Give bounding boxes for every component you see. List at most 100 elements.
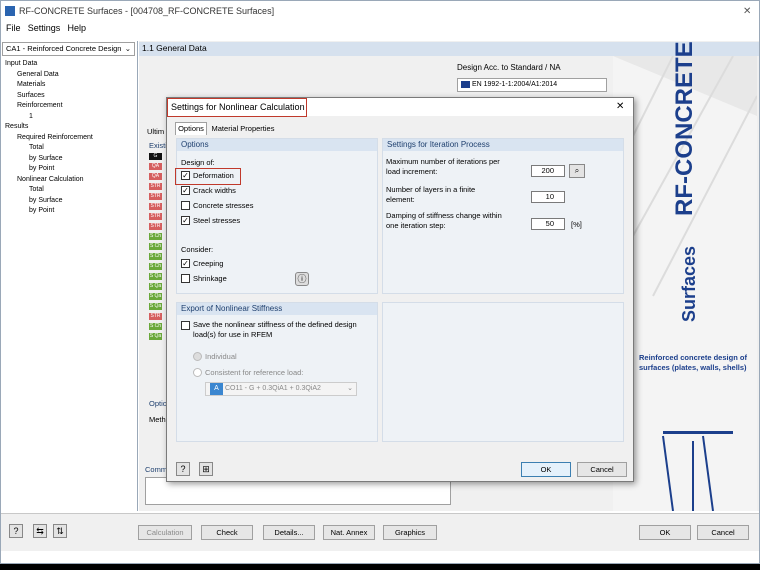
options-group: Options Design of: ✓ Deformation ✓ Crack wi… bbox=[175, 138, 378, 294]
dialog-close-icon[interactable]: ✕ bbox=[616, 101, 624, 112]
iteration-group: Settings for Iteration Process Maximum n… bbox=[382, 138, 624, 294]
design-standard-label: Design Acc. to Standard / NA bbox=[457, 63, 561, 72]
dialog-cancel-button[interactable]: Cancel bbox=[577, 462, 627, 477]
individual-label: Individual bbox=[205, 352, 237, 361]
main-window: RF-CONCRETE Surfaces - [004708_RF-CONCRE… bbox=[0, 0, 760, 564]
options-group-header: Options bbox=[177, 139, 377, 151]
window-title: RF-CONCRETE Surfaces - [004708_RF-CONCRE… bbox=[19, 6, 275, 16]
export-group: Export of Nonlinear Stiffness Save the n… bbox=[176, 302, 378, 442]
design-option-label: Crack widths bbox=[193, 186, 236, 195]
banner-title: RF-CONCRETE bbox=[671, 41, 698, 216]
design-option-checkbox[interactable]: ✓ bbox=[181, 171, 190, 180]
standard-combo[interactable]: EN 1992-1-1:2004/A1:2014 bbox=[457, 78, 607, 92]
tree-surfaces[interactable]: Surfaces bbox=[5, 91, 93, 102]
case-combo[interactable]: CA1 - Reinforced Concrete Design ⌄ bbox=[2, 42, 135, 56]
design-option-checkbox[interactable]: ✓ bbox=[181, 186, 190, 195]
taskbar-strip bbox=[0, 564, 760, 570]
tree-input-data[interactable]: Input Data bbox=[5, 59, 93, 70]
menu-file[interactable]: File bbox=[6, 23, 21, 33]
load-tag: S Ch bbox=[149, 263, 162, 270]
load-tag: STR bbox=[149, 313, 162, 320]
app-icon bbox=[5, 6, 15, 16]
tab-material-properties[interactable]: Material Properties bbox=[208, 123, 278, 135]
load-tag: S Ch bbox=[149, 243, 162, 250]
tree-general-data[interactable]: General Data bbox=[5, 70, 93, 81]
tree-nonlinear-calculation[interactable]: Nonlinear Calculation bbox=[5, 175, 93, 186]
menu-settings[interactable]: Settings bbox=[28, 23, 61, 33]
tree-rr-total[interactable]: Total bbox=[5, 143, 93, 154]
load-tag: STR bbox=[149, 203, 162, 210]
consider-label-item: Creeping bbox=[193, 259, 224, 268]
details-button[interactable]: Details... bbox=[263, 525, 315, 540]
tab-ultimate[interactable]: Ultim bbox=[147, 127, 164, 136]
consistent-radio[interactable] bbox=[193, 368, 202, 377]
design-option-label: Deformation bbox=[193, 171, 234, 180]
load-tag: STR bbox=[149, 183, 162, 190]
menu-help[interactable]: Help bbox=[68, 23, 87, 33]
dialog-help-icon[interactable]: ? bbox=[176, 462, 190, 476]
ok-button[interactable]: OK bbox=[639, 525, 691, 540]
tree-reinforcement[interactable]: Reinforcement bbox=[5, 101, 93, 112]
load-tag: S Qa bbox=[149, 333, 162, 340]
tree-required-reinforcement[interactable]: Required Reinforcement bbox=[5, 133, 93, 144]
dialog-defaults-icon[interactable]: ⊞ bbox=[199, 462, 213, 476]
page-title: 1.1 General Data bbox=[139, 42, 759, 56]
consider-checkbox[interactable]: ✓ bbox=[181, 259, 190, 268]
save-stiffness-checkbox[interactable] bbox=[181, 321, 190, 330]
nonlinear-settings-dialog: Settings for Nonlinear Calculation ✕ Opt… bbox=[166, 97, 634, 482]
check-button[interactable]: Check bbox=[201, 525, 253, 540]
load-tag: S Ch bbox=[149, 323, 162, 330]
tree-nl-by-point[interactable]: by Point bbox=[5, 206, 93, 217]
load-tag: STR bbox=[149, 193, 162, 200]
comment-label: Comm bbox=[145, 465, 168, 474]
case-combo-value: CA1 - Reinforced Concrete Design bbox=[6, 44, 122, 53]
layers-spinner[interactable]: 10 bbox=[531, 191, 565, 203]
menu-bar: File Settings Help bbox=[1, 23, 759, 39]
tab-options[interactable]: Options bbox=[175, 122, 207, 135]
calculation-button[interactable]: Calculation bbox=[138, 525, 192, 540]
damping-spinner[interactable]: 50 bbox=[531, 218, 565, 230]
design-of-label: Design of: bbox=[181, 158, 215, 167]
tree-rr-by-point[interactable]: by Point bbox=[5, 164, 93, 175]
dialog-ok-button[interactable]: OK bbox=[521, 462, 571, 477]
nat-annex-button[interactable]: Nat. Annex bbox=[323, 525, 375, 540]
load-tag: G bbox=[149, 153, 162, 160]
load-tags: G QA QA STR STR STR STR STR S Ch S Ch S Ch S Ch S Qa… bbox=[149, 153, 163, 343]
existing-label: Existi bbox=[149, 141, 167, 150]
help-icon[interactable]: ? bbox=[9, 524, 23, 538]
export-icon[interactable]: ⇅ bbox=[53, 524, 67, 538]
export-group-header: Export of Nonlinear Stiffness bbox=[177, 303, 377, 315]
load-tag: S Qa bbox=[149, 303, 162, 310]
design-option-checkbox[interactable] bbox=[181, 201, 190, 210]
tree-nl-total[interactable]: Total bbox=[5, 185, 93, 196]
tree-materials[interactable]: Materials bbox=[5, 80, 93, 91]
reference-load-combo[interactable]: A CO11 - G + 0.3QiA1 + 0.3QiA2 ⌄ bbox=[205, 382, 357, 396]
design-option-label: Steel stresses bbox=[193, 216, 241, 225]
load-tag: STR bbox=[149, 223, 162, 230]
close-icon[interactable]: ✕ bbox=[743, 6, 751, 17]
tree-results[interactable]: Results bbox=[5, 122, 93, 133]
load-tag: QA bbox=[149, 163, 162, 170]
consider-checkbox[interactable] bbox=[181, 274, 190, 283]
calculator-icon[interactable]: ⌕ bbox=[569, 164, 585, 178]
info-icon[interactable]: ⓘ bbox=[295, 272, 309, 286]
iteration-group-header: Settings for Iteration Process bbox=[383, 139, 623, 151]
design-option-label: Concrete stresses bbox=[193, 201, 254, 210]
load-tag: STR bbox=[149, 213, 162, 220]
individual-radio[interactable] bbox=[193, 352, 202, 361]
tree-rr-by-surface[interactable]: by Surface bbox=[5, 154, 93, 165]
design-option-checkbox[interactable]: ✓ bbox=[181, 216, 190, 225]
graphics-button[interactable]: Graphics bbox=[383, 525, 437, 540]
cancel-button[interactable]: Cancel bbox=[697, 525, 749, 540]
product-banner: RF-CONCRETE Surfaces Reinforced concrete… bbox=[612, 41, 758, 512]
tree-reinforcement-1[interactable]: 1 bbox=[5, 112, 93, 123]
standard-value: EN 1992-1-1:2004/A1:2014 bbox=[471, 81, 558, 88]
max-iterations-spinner[interactable]: 200 bbox=[531, 165, 565, 177]
load-tag: S Qa bbox=[149, 283, 162, 290]
nav-icon[interactable]: ⇆ bbox=[33, 524, 47, 538]
consider-label-item: Shrinkage bbox=[193, 274, 227, 283]
nav-tree: Input Data General Data Materials Surfac… bbox=[5, 59, 93, 217]
eu-flag-icon bbox=[461, 80, 470, 88]
tree-nl-by-surface[interactable]: by Surface bbox=[5, 196, 93, 207]
consistent-label: Consistent for reference load: bbox=[205, 368, 304, 377]
